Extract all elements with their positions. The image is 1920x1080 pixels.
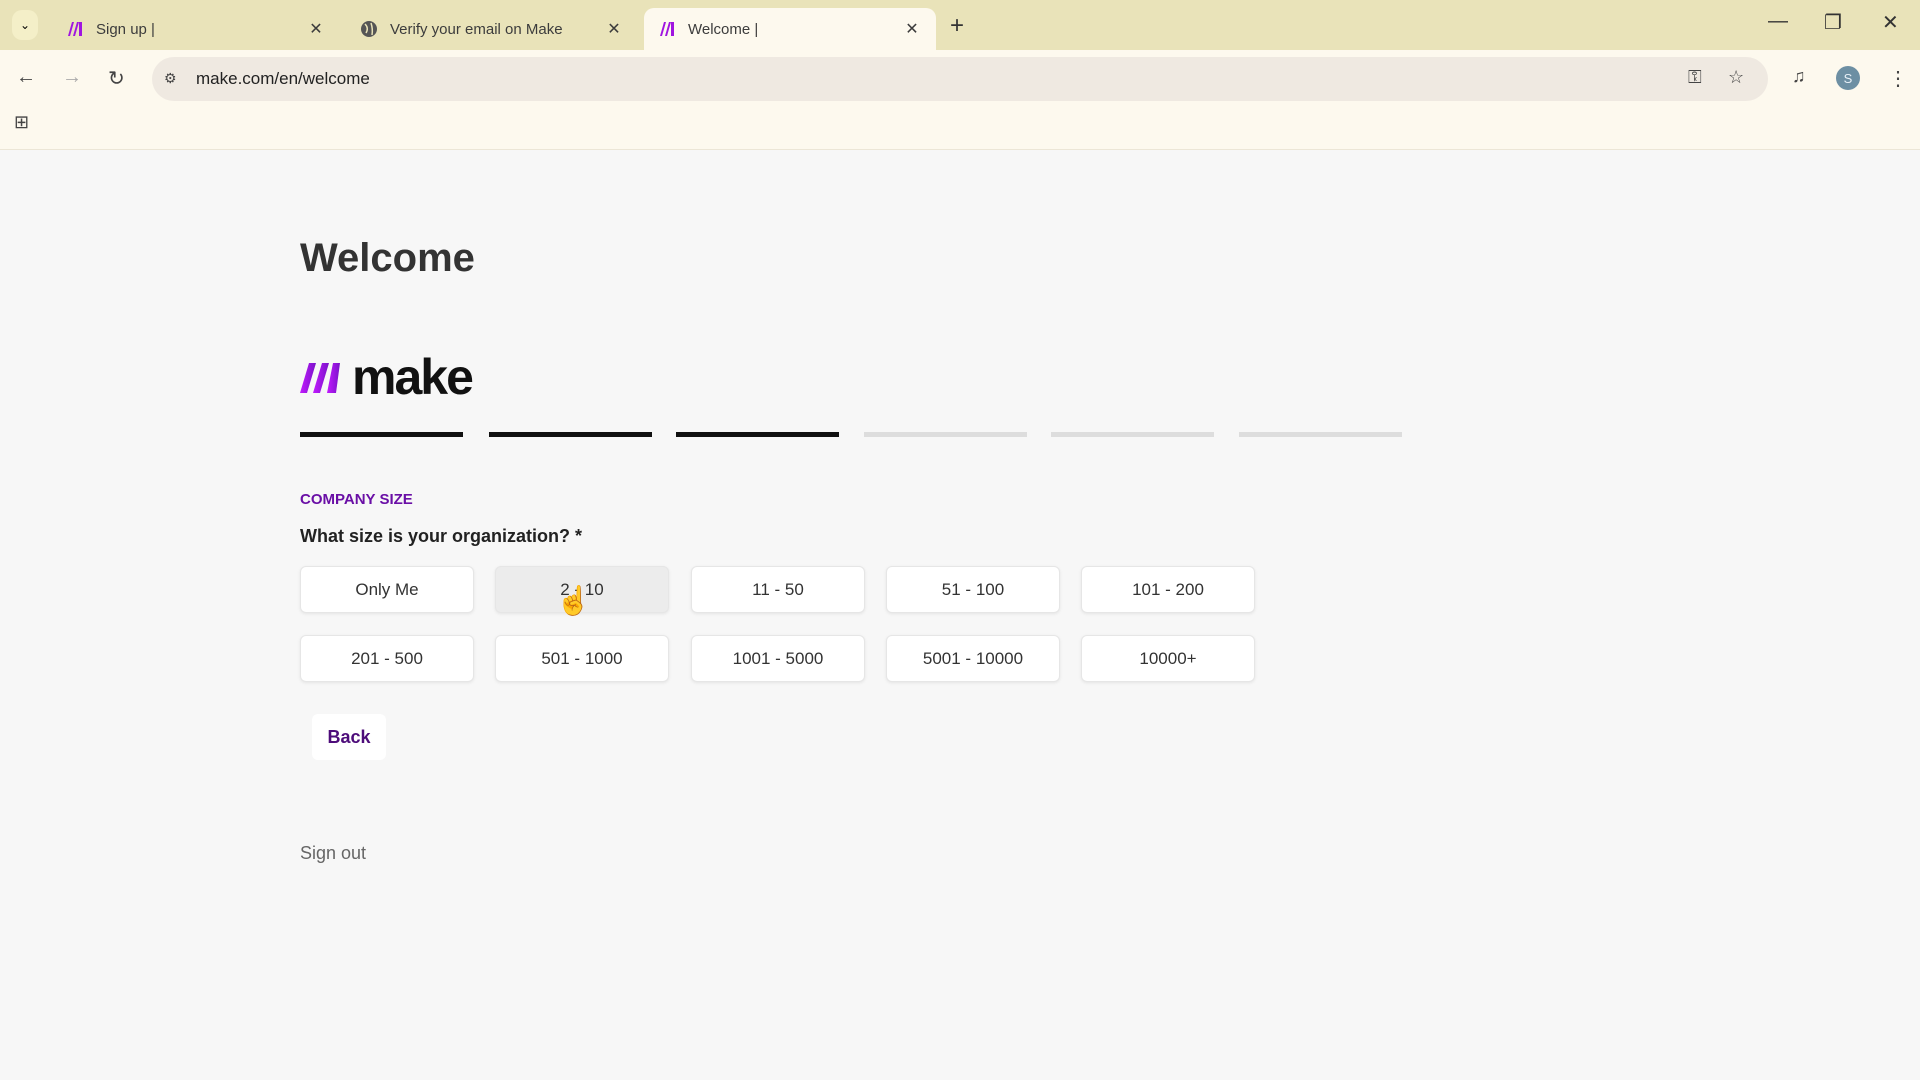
tab-welcome[interactable]: Welcome | ✕ xyxy=(644,8,936,50)
make-logo-icon xyxy=(300,363,340,393)
media-control-icon[interactable]: ♫ xyxy=(1792,66,1806,87)
back-arrow-icon[interactable]: ← xyxy=(16,66,36,89)
option-51-100[interactable]: 51 - 100 xyxy=(886,566,1060,613)
option-1001-5000[interactable]: 1001 - 5000 xyxy=(691,635,865,682)
menu-kebab-icon[interactable]: ⋮ xyxy=(1888,66,1908,91)
progress-step-6 xyxy=(1239,432,1402,437)
progress-step-2 xyxy=(489,432,652,437)
progress-step-1 xyxy=(300,432,463,437)
close-icon[interactable]: ✕ xyxy=(604,19,624,39)
close-icon[interactable]: ✕ xyxy=(306,19,326,39)
question-label: What size is your organization? * xyxy=(300,526,583,546)
url-text[interactable]: make.com/en/welcome xyxy=(196,69,370,89)
tab-bar: ⌄ Sign up | ✕ Verify your email on Make … xyxy=(0,0,1920,50)
logo-wordmark: make xyxy=(352,349,474,405)
page-title: Welcome xyxy=(300,236,475,280)
reload-icon[interactable]: ↻ xyxy=(108,66,125,91)
browser-toolbar: ← → ↻ ⚙ make.com/en/welcome ⚿ ☆ ♫ S ⋮ ⊞ xyxy=(0,50,1920,150)
option-501-1000[interactable]: 501 - 1000 xyxy=(495,635,669,682)
tab-title: Welcome | xyxy=(688,20,759,38)
back-button[interactable]: Back xyxy=(312,714,386,760)
site-settings-icon[interactable]: ⚙ xyxy=(164,70,177,87)
option-101-200[interactable]: 101 - 200 xyxy=(1081,566,1255,613)
profile-avatar[interactable]: S xyxy=(1836,66,1860,90)
avatar-initial: S xyxy=(1843,70,1853,86)
address-bar[interactable]: ⚙ make.com/en/welcome ⚿ ☆ xyxy=(152,57,1768,101)
restore-button[interactable]: ❐ xyxy=(1824,10,1842,35)
progress-step-4 xyxy=(864,432,1027,437)
password-key-icon[interactable]: ⚿ xyxy=(1688,67,1702,88)
new-tab-button[interactable]: + xyxy=(950,12,964,40)
option-11-50[interactable]: 11 - 50 xyxy=(691,566,865,613)
tab-title: Verify your email on Make xyxy=(390,20,563,38)
tab-search-button[interactable]: ⌄ xyxy=(12,10,38,40)
tab-sign-up[interactable]: Sign up | ✕ xyxy=(52,8,340,50)
make-logo-icon xyxy=(66,22,84,36)
section-label: COMPANY SIZE xyxy=(300,491,413,508)
sign-out-link[interactable]: Sign out xyxy=(300,843,366,864)
forward-arrow-icon[interactable]: → xyxy=(62,66,82,89)
hand-cursor-icon: ☝ xyxy=(556,585,591,616)
option-only-me[interactable]: Only Me xyxy=(300,566,474,613)
option-10000-plus[interactable]: 10000+ xyxy=(1081,635,1255,682)
apps-grid-icon[interactable]: ⊞ xyxy=(14,112,29,133)
tab-title: Sign up | xyxy=(96,20,155,38)
option-5001-10000[interactable]: 5001 - 10000 xyxy=(886,635,1060,682)
close-icon[interactable]: ✕ xyxy=(902,19,922,39)
bookmark-star-icon[interactable]: ☆ xyxy=(1728,67,1744,88)
chevron-down-icon: ⌄ xyxy=(19,18,31,32)
close-window-button[interactable]: ✕ xyxy=(1882,10,1899,35)
progress-step-5 xyxy=(1051,432,1214,437)
option-201-500[interactable]: 201 - 500 xyxy=(300,635,474,682)
make-logo: make xyxy=(300,349,474,405)
globe-icon xyxy=(360,20,378,38)
minimize-button[interactable]: — xyxy=(1768,10,1788,33)
progress-step-3 xyxy=(676,432,839,437)
tab-verify-email[interactable]: Verify your email on Make ✕ xyxy=(346,8,638,50)
make-logo-icon xyxy=(658,22,676,36)
